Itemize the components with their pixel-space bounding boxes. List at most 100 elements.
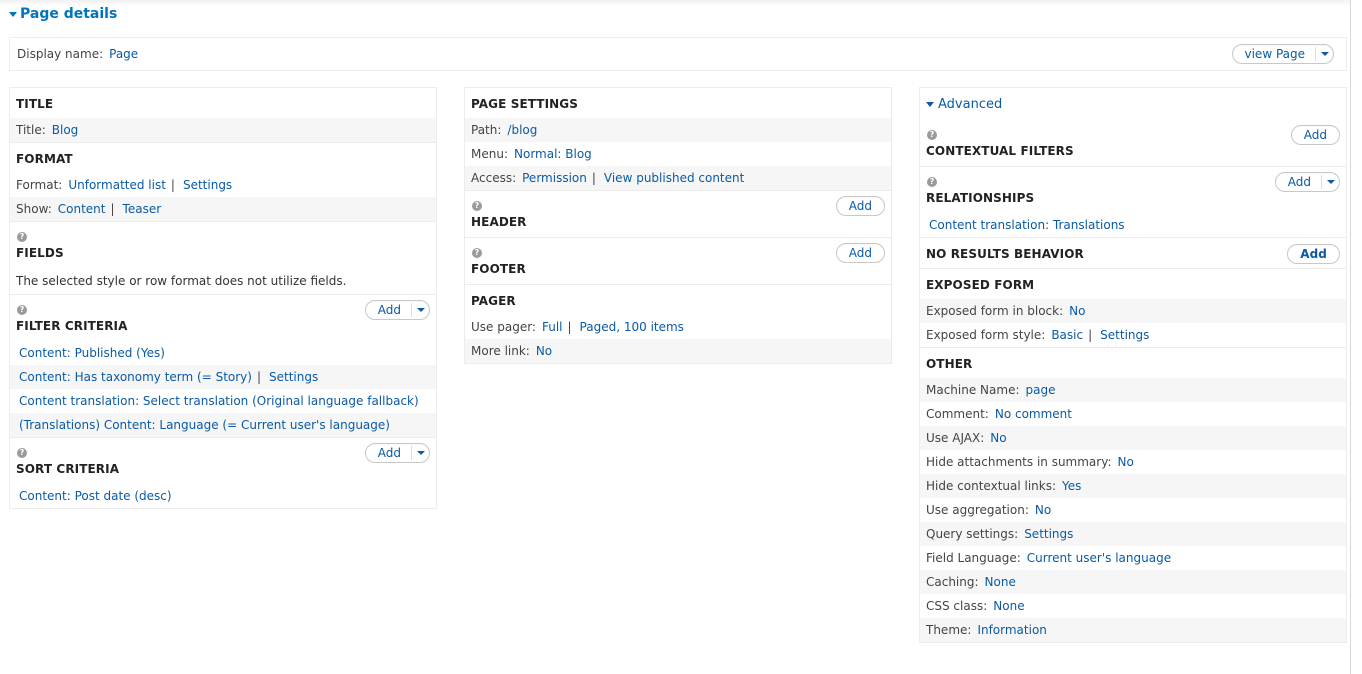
advanced-label: Advanced [938,96,1003,112]
display-name-bar: Display name: Page view Page [9,37,1347,71]
section-top: ? Add [465,191,891,216]
filter-item-link[interactable]: (Translations) Content: Language (= Curr… [19,418,390,432]
exposed-style-row: Exposed form style: Basic | Settings [920,323,1346,347]
caret-down-icon [9,11,17,17]
filter-add-dropdown-toggle[interactable] [411,303,429,317]
access-link[interactable]: Permission [522,171,587,185]
fields-section: ? FIELDS The selected style or row forma… [10,222,436,295]
filter-item-link[interactable]: Content translation: Select translation … [19,394,419,408]
other-row: Use AJAX: No [920,426,1346,450]
exposed-block-link[interactable]: No [1069,304,1085,318]
relationships-add-dropbutton: Add [1274,172,1340,192]
header-add-label: Add [848,199,872,213]
other-row: Hide contextual links: Yes [920,474,1346,498]
other-row-label: Hide contextual links: [926,479,1057,493]
show-value-link[interactable]: Content [58,202,106,216]
use-pager-link[interactable]: Full [542,320,563,334]
advanced-toggle[interactable]: Advanced [920,88,1346,120]
sort-item-link[interactable]: Content: Post date (desc) [19,489,172,503]
section-heading: PAGER [471,294,516,308]
sort-add-button[interactable]: Add [366,446,411,460]
help-icon[interactable]: ? [17,448,27,458]
filter-item-link[interactable]: Content: Has taxonomy term (= Story) [19,370,252,384]
help-icon[interactable]: ? [17,232,27,242]
title-label: Title: [16,123,46,137]
format-settings-link[interactable]: Settings [183,178,232,192]
section-top: ? Add [920,167,1346,192]
other-row: Use aggregation: No [920,498,1346,522]
exposed-block-row: Exposed form in block: No [920,299,1346,323]
help-icon[interactable]: ? [472,248,482,258]
other-row-link[interactable]: No [1118,455,1134,469]
separator: | [256,370,262,384]
other-row-link[interactable]: Yes [1062,479,1081,493]
sort-add-dropdown-toggle[interactable] [411,446,429,460]
section-heading-row: NO RESULTS BEHAVIOR Add [920,238,1346,268]
sort-item: Content: Post date (desc) [10,484,436,508]
exposed-style-label: Exposed form style: [926,328,1046,342]
relationships-add-button[interactable]: Add [1276,175,1321,189]
display-name-link[interactable]: Page [109,47,138,61]
pager-detail-link[interactable]: Paged, 100 items [580,320,684,334]
other-row: Query settings: Settings [920,522,1346,546]
other-row-label: Theme: [926,623,972,637]
help-icon[interactable]: ? [472,201,482,211]
format-value-link[interactable]: Unformatted list [68,178,166,192]
separator: | [591,171,596,185]
other-row-link[interactable]: No [1035,503,1051,517]
show-settings-link[interactable]: Teaser [123,202,162,216]
help-icon[interactable]: ? [17,305,27,315]
other-row-link[interactable]: Settings [1024,527,1073,541]
exposed-style-settings-link[interactable]: Settings [1100,328,1149,342]
middle-column: PAGE SETTINGS Path: /blog Menu: Normal: … [464,87,892,364]
scrollbar-track[interactable] [1350,0,1351,674]
caret-down-icon [1326,180,1335,184]
relationships-add-dropdown-toggle[interactable] [1321,175,1339,189]
view-page-button[interactable]: view Page [1233,47,1316,61]
menu-link[interactable]: Normal: Blog [514,147,592,161]
other-row-link[interactable]: Current user's language [1027,551,1171,565]
other-row-link[interactable]: page [1026,383,1056,397]
other-row-link[interactable]: None [985,575,1016,589]
contextual-filters-add-button[interactable]: Add [1290,125,1340,145]
other-row: Caching: None [920,570,1346,594]
menu-label: Menu: [471,147,508,161]
title-value-link[interactable]: Blog [52,123,79,137]
use-pager-label: Use pager: [471,320,536,334]
other-row-link[interactable]: Information [977,623,1046,637]
filter-item-settings-link[interactable]: Settings [269,370,318,384]
display-name-label: Display name: [17,47,104,61]
other-row: Theme: Information [920,618,1346,642]
other-row-link[interactable]: No [990,431,1006,445]
access-detail-link[interactable]: View published content [604,171,744,185]
path-link[interactable]: /blog [507,123,537,137]
no-results-add-button[interactable]: Add [1287,244,1340,264]
section-heading: RELATIONSHIPS [926,191,1035,205]
other-row-label: Use aggregation: [926,503,1029,517]
other-row-label: CSS class: [926,599,988,613]
filter-item: Content: Has taxonomy term (= Story) | S… [10,365,436,389]
section-top: ? Add [10,438,436,463]
sort-criteria-section: ? Add SORT CRITERIA Content: Post date (… [10,438,436,508]
filter-add-button[interactable]: Add [366,303,411,317]
help-icon[interactable]: ? [927,130,937,140]
other-row-label: Field Language: [926,551,1021,565]
other-row-link[interactable]: No comment [995,407,1072,421]
more-link-value[interactable]: No [536,344,552,358]
view-page-dropdown-toggle[interactable] [1315,47,1333,61]
filter-item-link[interactable]: Content: Published (Yes) [19,346,165,360]
use-pager-row: Use pager: Full | Paged, 100 items [465,315,891,339]
section-heading: SORT CRITERIA [16,462,120,476]
section-heading: FOOTER [471,262,526,276]
page-details-label: Page details [20,6,118,22]
footer-section: ? Add FOOTER [465,238,891,285]
exposed-style-link[interactable]: Basic [1051,328,1083,342]
relationship-item-link[interactable]: Content translation: Translations [929,218,1125,232]
format-row: Format: Unformatted list | Settings [10,173,436,197]
footer-add-button[interactable]: Add [835,243,885,263]
other-row-link[interactable]: None [993,599,1024,613]
help-icon[interactable]: ? [927,177,937,187]
page-details-toggle[interactable]: Page details [9,6,117,22]
header-add-button[interactable]: Add [835,196,885,216]
section-heading: FILTER CRITERIA [16,319,128,333]
